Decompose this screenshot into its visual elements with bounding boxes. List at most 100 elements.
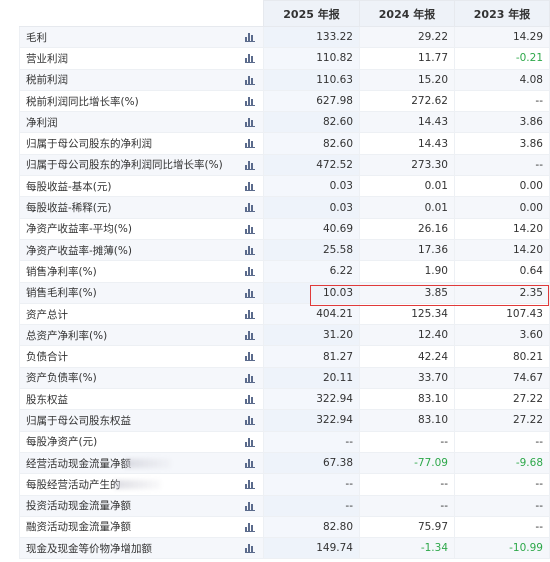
table-row: 投资活动现金流量净额 -- -- -- [19, 494, 550, 517]
value-cell-y2025: 133.22 [263, 25, 360, 49]
row-label: 总资产净利率(%) [26, 329, 108, 342]
value-cell-y2023: 4.08 [454, 68, 550, 91]
value-cell-y2025: 81.27 [263, 345, 360, 368]
bar-chart-icon[interactable] [245, 480, 255, 490]
value-cell-y2025: 20.11 [263, 366, 360, 390]
bar-chart-icon[interactable] [245, 267, 255, 277]
row-label-cell: 现金及现金等价物净增加额 [19, 537, 264, 560]
bar-chart-icon[interactable] [245, 245, 255, 255]
row-label: 税前利润同比增长率(%) [26, 95, 139, 108]
value-cell-y2024: 12.40 [359, 324, 455, 347]
bar-chart-icon[interactable] [245, 182, 255, 192]
row-label-cell: 投资活动现金流量净额 [19, 494, 264, 517]
value-cell-y2025: 404.21 [263, 302, 360, 326]
row-label-cell: 股东权益 [19, 388, 264, 411]
table-row: 毛利 133.22 29.22 14.29 [19, 25, 550, 49]
value-cell-y2024: 83.10 [359, 409, 455, 432]
table-row: 销售净利率(%) 6.22 1.90 0.64 [19, 260, 550, 283]
row-label-cell: 归属于母公司股东的净利润 [19, 132, 264, 155]
value-cell-y2025: 6.22 [263, 260, 360, 283]
bar-chart-icon[interactable] [245, 118, 255, 128]
value-cell-y2025: 25.58 [263, 238, 360, 262]
bar-chart-icon[interactable] [245, 160, 255, 170]
bar-chart-icon[interactable] [245, 522, 255, 532]
value-cell-y2025: 67.38 [263, 451, 360, 475]
table-row: 归属于母公司股东的净利润 82.60 14.43 3.86 [19, 132, 550, 155]
row-label-cell: 营业利润 [19, 47, 264, 70]
row-label: 归属于母公司股东权益 [26, 414, 131, 427]
value-cell-y2024: -1.34 [359, 537, 455, 560]
value-cell-y2024: 272.62 [359, 89, 455, 113]
row-label-cell: 净资产收益率-平均(%) [19, 217, 264, 240]
header-2025[interactable]: 2025 年报 [263, 0, 360, 27]
value-cell-y2024: -77.09 [359, 451, 455, 475]
value-cell-y2024: 42.24 [359, 345, 455, 368]
bar-chart-icon[interactable] [245, 309, 255, 319]
bar-chart-icon[interactable] [245, 437, 255, 447]
bar-chart-icon[interactable] [245, 458, 255, 468]
value-cell-y2025: -- [263, 494, 360, 517]
value-cell-y2025: 10.03 [263, 281, 360, 304]
bar-chart-icon[interactable] [245, 501, 255, 511]
table-row: 经营活动现金流量净额 67.38 -77.09 -9.68 [19, 451, 550, 475]
row-label-cell: 总资产净利率(%) [19, 324, 264, 347]
value-cell-y2025: 0.03 [263, 196, 360, 219]
table-row: 净利润 82.60 14.43 3.86 [19, 111, 550, 134]
bar-chart-icon[interactable] [245, 544, 255, 554]
value-cell-y2025: 40.69 [263, 217, 360, 240]
bar-chart-icon[interactable] [245, 352, 255, 362]
bar-chart-icon[interactable] [245, 96, 255, 106]
row-label-cell: 融资活动现金流量净额 [19, 515, 264, 539]
financial-indicator-table: 2025 年报 2024 年报 2023 年报 毛利 133.22 29.22 14.… [19, 0, 550, 560]
value-cell-y2023: 0.64 [454, 260, 550, 283]
row-label-cell: 净利润 [19, 111, 264, 134]
bar-chart-icon[interactable] [245, 33, 255, 42]
header-2024[interactable]: 2024 年报 [359, 0, 455, 27]
value-cell-y2023: 14.29 [454, 25, 550, 49]
bar-chart-icon[interactable] [245, 203, 255, 213]
value-cell-y2023: -0.21 [454, 47, 550, 70]
bar-chart-icon[interactable] [245, 373, 255, 383]
bar-chart-icon[interactable] [245, 395, 255, 405]
bar-chart-icon[interactable] [245, 224, 255, 234]
value-cell-y2024: 29.22 [359, 25, 455, 49]
value-cell-y2025: 472.52 [263, 153, 360, 177]
bar-chart-icon[interactable] [245, 54, 255, 64]
value-cell-y2024: 15.20 [359, 68, 455, 91]
value-cell-y2024: 3.85 [359, 281, 455, 304]
value-cell-y2023: 80.21 [454, 345, 550, 368]
value-cell-y2023: 107.43 [454, 302, 550, 326]
value-cell-y2024: 0.01 [359, 196, 455, 219]
header-2023[interactable]: 2023 年报 [454, 0, 550, 27]
table-row: 每股经营活动产生的 -- -- -- [19, 473, 550, 496]
table-row: 融资活动现金流量净额 82.80 75.97 -- [19, 515, 550, 539]
table-row: 每股净资产(元) -- -- -- [19, 430, 550, 453]
table-row: 销售毛利率(%) 10.03 3.85 2.35 [19, 281, 550, 304]
value-cell-y2023: 3.60 [454, 324, 550, 347]
row-label: 营业利润 [26, 52, 68, 65]
value-cell-y2025: 82.60 [263, 111, 360, 134]
bar-chart-icon[interactable] [245, 139, 255, 149]
table-row: 归属于母公司股东权益 322.94 83.10 27.22 [19, 409, 550, 432]
row-label: 资产总计 [26, 308, 68, 321]
row-label: 销售毛利率(%) [26, 287, 97, 300]
value-cell-y2024: -- [359, 473, 455, 496]
table-row: 每股收益-稀释(元) 0.03 0.01 0.00 [19, 196, 550, 219]
row-label-cell: 资产负债率(%) [19, 366, 264, 390]
value-cell-y2025: 110.63 [263, 68, 360, 91]
row-label: 销售净利率(%) [26, 265, 97, 278]
value-cell-y2023: 0.00 [454, 196, 550, 219]
bar-chart-icon[interactable] [245, 331, 255, 341]
bar-chart-icon[interactable] [245, 288, 255, 298]
bar-chart-icon[interactable] [245, 75, 255, 85]
row-label: 归属于母公司股东的净利润 [26, 138, 152, 151]
value-cell-y2023: 14.20 [454, 238, 550, 262]
row-label-cell: 负债合计 [19, 345, 264, 368]
table-row: 营业利润 110.82 11.77 -0.21 [19, 47, 550, 70]
bar-chart-icon[interactable] [245, 416, 255, 426]
row-label: 每股净资产(元) [26, 436, 98, 449]
value-cell-y2025: -- [263, 473, 360, 496]
row-label-cell: 每股净资产(元) [19, 430, 264, 453]
table-row: 每股收益-基本(元) 0.03 0.01 0.00 [19, 175, 550, 198]
value-cell-y2023: -- [454, 494, 550, 517]
